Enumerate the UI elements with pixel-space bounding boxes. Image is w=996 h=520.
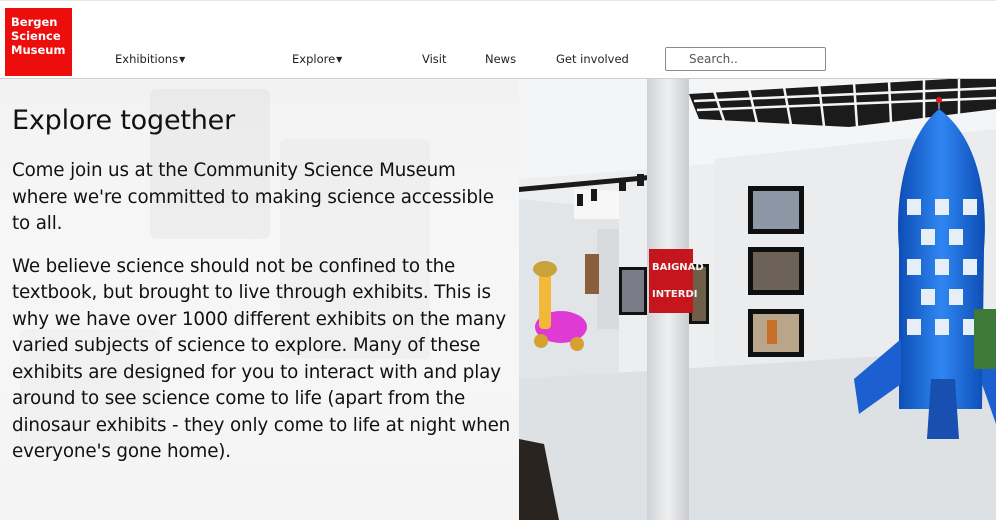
- gallery-frame: [748, 186, 804, 357]
- logo-line-3: Museum: [11, 43, 66, 57]
- nav-get-involved-link[interactable]: Get involved: [556, 52, 629, 66]
- nav-visit-link[interactable]: Visit: [422, 52, 447, 66]
- search-input[interactable]: [665, 47, 826, 71]
- logo-line-1: Bergen: [11, 15, 58, 29]
- museum-logo[interactable]: Bergen Science Museum: [5, 8, 72, 76]
- nav-explore-dropdown[interactable]: Explore▼: [292, 52, 342, 66]
- nav-exhibitions-dropdown[interactable]: Exhibitions▼: [115, 52, 185, 66]
- museum-gallery-illustration: BAIGNAD INTERDI: [519, 79, 996, 520]
- intro-paragraph: We believe science should not be confine…: [12, 255, 511, 463]
- caret-down-icon: ▼: [336, 55, 343, 64]
- page-title: Explore together: [12, 105, 235, 136]
- intro-paragraph: Come join us at the Community Science Mu…: [12, 160, 494, 234]
- caret-down-icon: ▼: [179, 55, 186, 64]
- intro-panel: Explore together Come join us at the Com…: [0, 79, 519, 520]
- sign-line-2: INTERDI: [652, 289, 697, 300]
- nav-exhibitions-label: Exhibitions: [115, 52, 179, 66]
- sign-line-1: BAIGNAD: [652, 262, 704, 273]
- intro-content: Explore together Come join us at the Com…: [12, 105, 512, 482]
- site-header: Bergen Science Museum Exhibitions▼ Explo…: [0, 0, 996, 79]
- logo-line-2: Science: [11, 29, 61, 43]
- nav-explore-label: Explore: [292, 52, 336, 66]
- museum-hero-image: BAIGNAD INTERDI: [519, 79, 996, 520]
- nav-news-link[interactable]: News: [485, 52, 516, 66]
